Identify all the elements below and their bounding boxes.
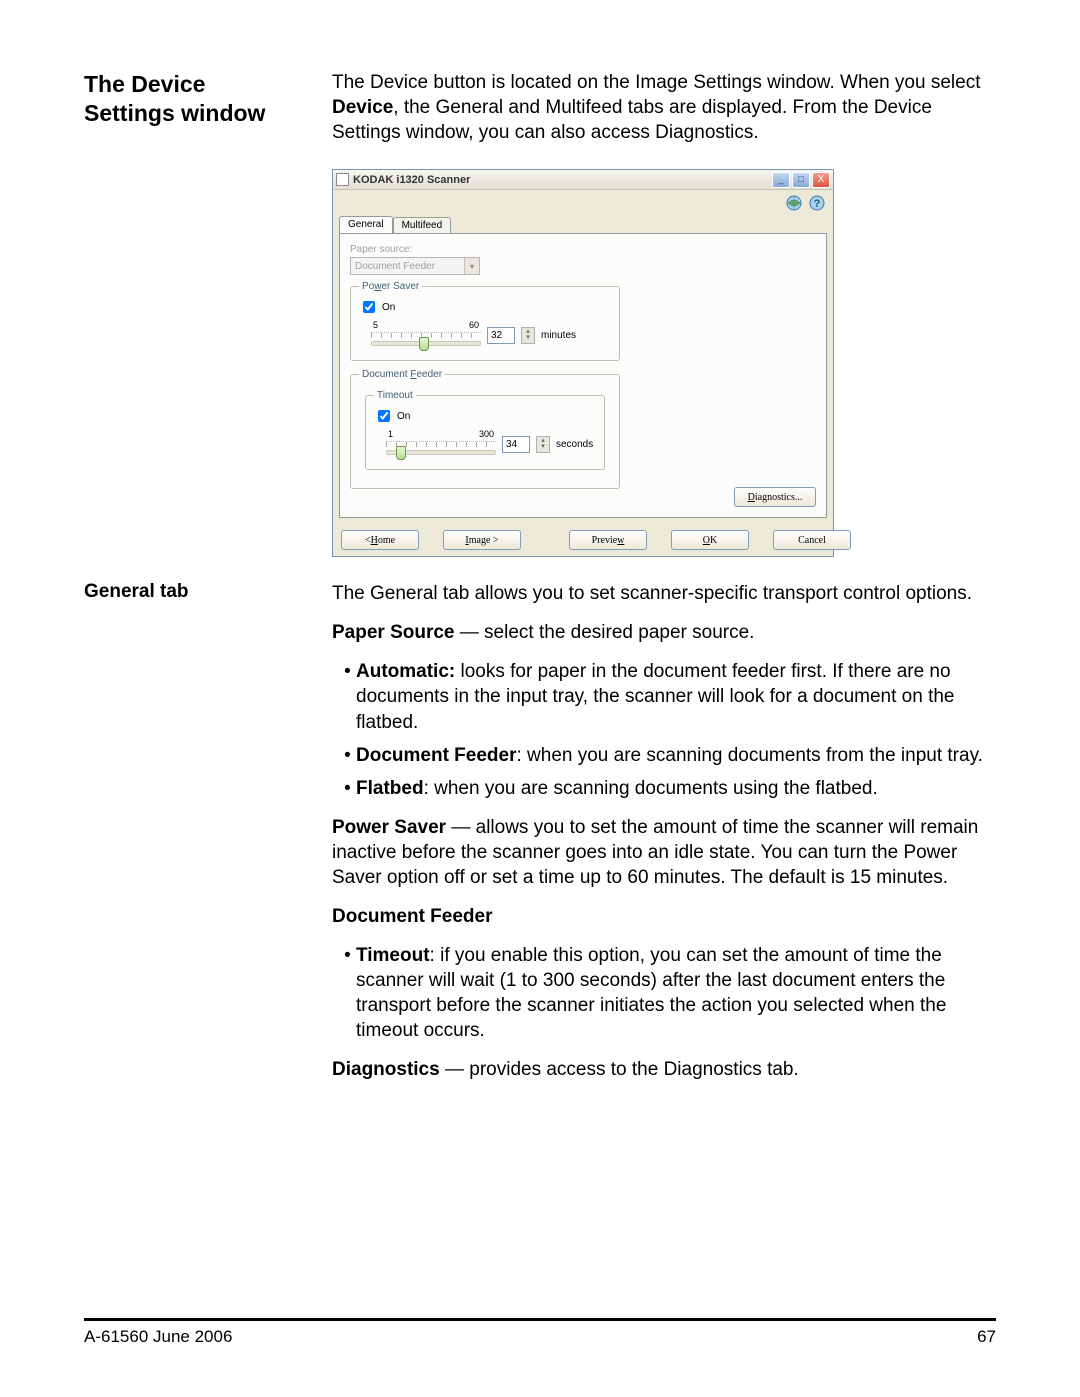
power-saver-value-input[interactable]: 32 [487,327,515,344]
toolbar: ? [333,190,833,216]
paper-source-desc: Paper Source — select the desired paper … [332,620,996,645]
to-max-label: 300 [479,429,494,439]
footer-page-number: 67 [977,1327,996,1347]
minimize-button[interactable]: _ [772,172,790,188]
power-saver-group: Power Saver On 5 60 [350,281,620,361]
window-titlebar: KODAK i1320 Scanner _ □ X [333,170,833,190]
timeout-value-input[interactable]: 34 [502,436,530,453]
paper-source-value: Document Feeder [355,261,435,272]
window-title: KODAK i1320 Scanner [353,174,770,186]
intro-text-2: , the General and Multifeed tabs are dis… [332,97,932,143]
timeout-unit: seconds [556,439,593,450]
bullet-fb-bold: Flatbed [356,778,424,799]
timeout-legend: Timeout [374,390,416,401]
ps-bold: Power Saver [332,817,446,838]
power-saver-desc: Power Saver — allows you to set the amou… [332,815,996,890]
document-feeder-legend: Document Feeder [359,369,445,380]
close-button[interactable]: X [812,172,830,188]
preview-button[interactable]: Preview [569,530,647,550]
to-min-label: 1 [388,429,393,439]
ps-max-label: 60 [469,320,479,330]
bullet-df-rest: : when you are scanning documents from t… [516,745,982,766]
timeout-on-label: On [397,411,410,422]
bullet-flatbed: Flatbed: when you are scanning documents… [356,776,996,801]
dialog-button-row: < Home Image > Preview OK Cancel [333,524,833,556]
document-feeder-group: Document Feeder Timeout On 1 [350,369,620,489]
globe-left-icon[interactable] [784,193,804,213]
maximize-button[interactable]: □ [792,172,810,188]
bullet-fb-rest: : when you are scanning documents using … [424,778,878,799]
ps-min-label: 5 [373,320,378,330]
ok-button[interactable]: OK [671,530,749,550]
power-saver-spinner[interactable]: ▴▾ [521,327,535,344]
bullet-df-bold: Document Feeder [356,745,516,766]
intro-bold: Device [332,97,393,118]
power-saver-slider-thumb[interactable] [419,337,429,351]
diag-bold: Diagnostics [332,1059,440,1080]
timeout-group: Timeout On 1 300 [365,390,605,470]
tab-general[interactable]: General [339,216,393,233]
tab-content-panel: Paper source: Document Feeder ▾ Power Sa… [339,233,827,518]
chevron-down-icon: ▾ [464,258,479,274]
bullet-document-feeder: Document Feeder: when you are scanning d… [356,743,996,768]
intro-paragraph: The Device button is located on the Imag… [332,70,996,145]
timeout-spinner[interactable]: ▴▾ [536,436,550,453]
bullet-timeout: Timeout: if you enable this option, you … [356,943,996,1043]
diagnostics-button[interactable]: Diagnostics... [734,487,816,507]
paper-source-label: Paper source: [350,244,816,255]
cancel-button[interactable]: Cancel [773,530,851,550]
image-button[interactable]: Image > [443,530,521,550]
home-button[interactable]: < Home [341,530,419,550]
tab-multifeed[interactable]: Multifeed [393,217,452,233]
bullet-timeout-rest: : if you enable this option, you can set… [356,945,946,1041]
body-content: The General tab allows you to set scanne… [332,581,996,1096]
power-saver-legend: Power Saver [359,281,422,292]
app-icon [336,173,349,186]
page-footer: A-61560 June 2006 67 [84,1318,996,1347]
diagnostics-desc: Diagnostics — provides access to the Dia… [332,1057,996,1082]
paper-source-select[interactable]: Document Feeder ▾ [350,257,480,275]
timeout-slider[interactable] [386,441,496,459]
globe-help-icon[interactable]: ? [807,193,827,213]
intro-text-1: The Device button is located on the Imag… [332,72,980,93]
bullet-automatic: Automatic: looks for paper in the docume… [356,659,996,734]
svg-text:?: ? [814,198,821,210]
bullet-auto-bold: Automatic: [356,661,455,682]
document-feeder-heading: Document Feeder [332,904,996,929]
footer-doc-id: A-61560 June 2006 [84,1327,232,1347]
bullet-timeout-bold: Timeout [356,945,430,966]
screenshot-dialog: KODAK i1320 Scanner _ □ X ? General Mult… [332,169,996,557]
power-saver-on-label: On [382,302,395,313]
power-saver-slider[interactable] [371,332,481,350]
section-heading: The Device Settings window [84,70,302,145]
timeout-on-checkbox[interactable] [378,410,390,422]
power-saver-on-checkbox[interactable] [363,301,375,313]
timeout-slider-thumb[interactable] [396,446,406,460]
diag-rest: — provides access to the Diagnostics tab… [440,1059,799,1080]
paper-source-rest: — select the desired paper source. [455,622,755,643]
power-saver-unit: minutes [541,330,576,341]
general-intro: The General tab allows you to set scanne… [332,581,996,606]
paper-source-bold: Paper Source [332,622,455,643]
subsection-heading: General tab [84,581,302,1096]
